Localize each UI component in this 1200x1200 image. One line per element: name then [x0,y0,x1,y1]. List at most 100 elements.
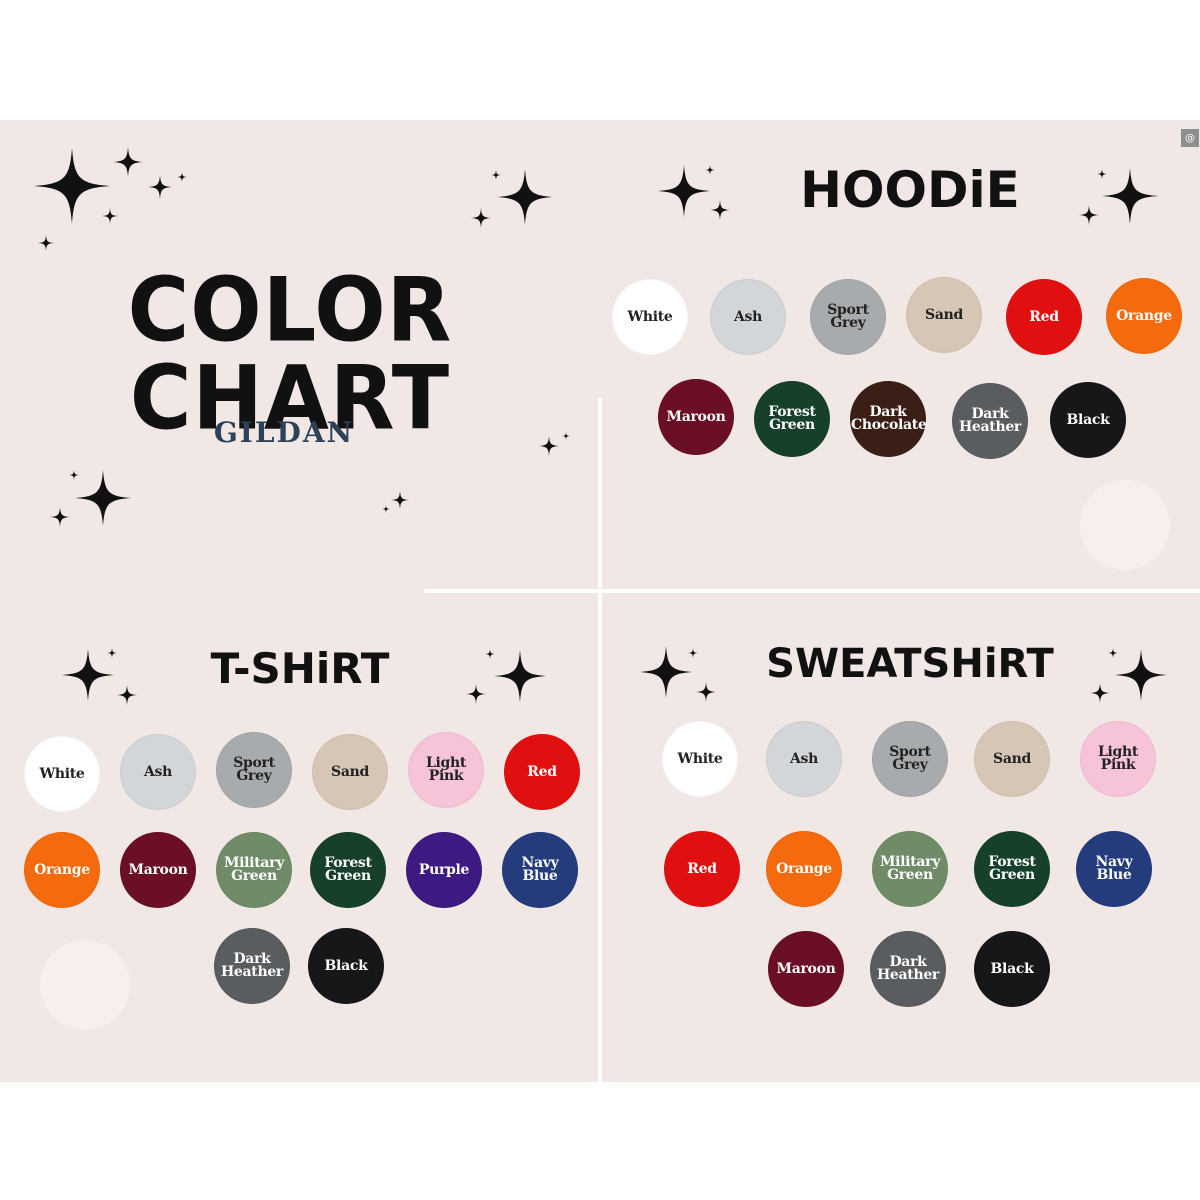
swatch-label-line: Red [1029,308,1059,325]
sparkle-icon [497,169,553,225]
swatch-label-line: Sand [925,306,963,323]
tshirt-title: T-SHiRT [210,644,390,693]
tshirt-swatch-ash: Ash [120,734,196,810]
swatch-label: White [25,765,99,782]
swatch-label: Forest Green [311,856,385,883]
swatch-label: White [663,752,737,766]
swatch-label: Black [975,960,1049,977]
sweatshirt-swatch-forest-green: Forest Green [974,831,1050,907]
swatch-label: Dark Heather [215,952,289,979]
sparkle-icon [148,175,172,199]
vertical-divider [598,593,602,1082]
swatch-label: Forest Green [975,855,1049,883]
swatch-label: Red [505,763,579,780]
sweatshirt-swatch-military-green: Military Green [872,831,948,907]
sparkle-icon [107,648,117,658]
tshirt-swatch-purple: Purple [406,832,482,908]
swatch-label: Black [309,959,383,973]
swatch-label-line: Pink [428,768,464,784]
swatch-label-line: Heather [958,419,1022,435]
swatch-label: Maroon [769,962,843,976]
swatch-label-line: White [627,308,673,325]
swatch-label: Purple [407,861,481,878]
swatch-label: Ash [711,308,785,325]
sparkle-icon [696,682,716,702]
swatch-label-line: Black [1066,411,1110,428]
swatch-label-line: White [39,765,85,782]
tshirt-swatch-white: White [24,736,100,812]
swatch-label-line: Green [989,867,1035,883]
swatch-label: Military Green [873,855,947,883]
hoodie-swatch-ash: Ash [710,279,786,355]
swatch-label-line: Green [769,417,815,433]
swatch-label-line: Grey [892,757,928,773]
swatch-label: Sand [975,750,1049,767]
sparkle-icon [705,165,715,175]
tshirt-swatch-light-pink: Light Pink [408,732,484,808]
swatch-label: Sport Grey [217,756,291,784]
swatch-label-line: Red [527,763,557,780]
swatch-label-line: Grey [830,315,866,331]
sweatshirt-swatch-maroon: Maroon [768,931,844,1007]
swatch-label-line: Green [887,867,933,883]
sparkle-icon [69,470,79,480]
sparkle-icon [117,685,137,705]
brand-label: GILDAN [213,416,355,449]
sparkle-icon [1102,168,1158,224]
sparkle-icon [562,432,570,440]
swatch-label-line: Ash [789,750,819,767]
hoodie-title: HOODiE [800,161,1020,219]
swatch-label-line: Sand [993,750,1031,767]
tshirt-swatch-military-green: Military Green [216,832,292,908]
swatch-label: Red [665,860,739,877]
swatch-label: Forest Green [755,405,829,433]
sparkle-icon [391,491,409,509]
swatch-label: Sport Grey [873,745,947,773]
hoodie-swatch-orange: Orange [1106,278,1182,354]
tshirt-swatch-orange: Orange [24,832,100,908]
swatch-label: Navy Blue [503,856,577,883]
hoodie-swatch-white: White [612,279,688,355]
sweatshirt-swatch-red: Red [664,831,740,907]
swatch-label: Dark Chocolate [851,405,927,432]
swatch-label: Orange [767,860,841,877]
swatch-label-line: Red [687,860,717,877]
tshirt-swatch-dark-heather: Dark Heather [214,928,290,1004]
swatch-label: Dark Heather [871,955,945,982]
swatch-label-line: Orange [776,860,832,877]
sparkle-icon [50,507,70,527]
sparkle-icon [38,235,54,251]
swatch-label: Military Green [217,856,291,883]
swatch-label-line: Sand [331,763,369,780]
sweatshirt-swatch-dark-heather: Dark Heather [870,931,946,1007]
swatch-label: Orange [1107,309,1181,323]
swatch-label-line: Maroon [666,408,726,425]
swatch-label-line: Grey [236,768,272,784]
tshirt-swatch-red: Red [504,734,580,810]
swatch-label: Sand [907,306,981,323]
swatch-label: Dark Heather [953,407,1027,435]
swatch-label: Navy Blue [1077,855,1151,882]
swatch-label-line: Purple [418,861,470,878]
background-blob [40,940,130,1030]
swatch-label-line: Pink [1100,757,1136,773]
swatch-label: Light Pink [1081,745,1155,773]
sweatshirt-swatch-black: Black [974,931,1050,1007]
color-chart-panel: COLOR CHART GILDAN HOODiE T-SHiRT SWEATS… [0,120,1200,1082]
sweatshirt-swatch-ash: Ash [766,721,842,797]
tshirt-swatch-forest-green: Forest Green [310,832,386,908]
vertical-divider [598,398,602,588]
sparkle-icon [113,147,143,177]
sparkle-icon [494,650,546,702]
sparkle-icon [34,148,110,224]
swatch-label: White [613,308,687,325]
hoodie-swatch-forest-green: Forest Green [754,381,830,457]
sparkle-icon [658,165,710,217]
swatch-label-line: Ash [733,308,763,325]
swatch-label-line: Maroon [128,861,188,878]
swatch-label-line: Black [990,960,1034,977]
sparkle-icon [177,172,187,182]
swatch-label: Sand [313,763,387,780]
swatch-label: Light Pink [409,756,483,784]
swatch-label: Orange [25,863,99,877]
